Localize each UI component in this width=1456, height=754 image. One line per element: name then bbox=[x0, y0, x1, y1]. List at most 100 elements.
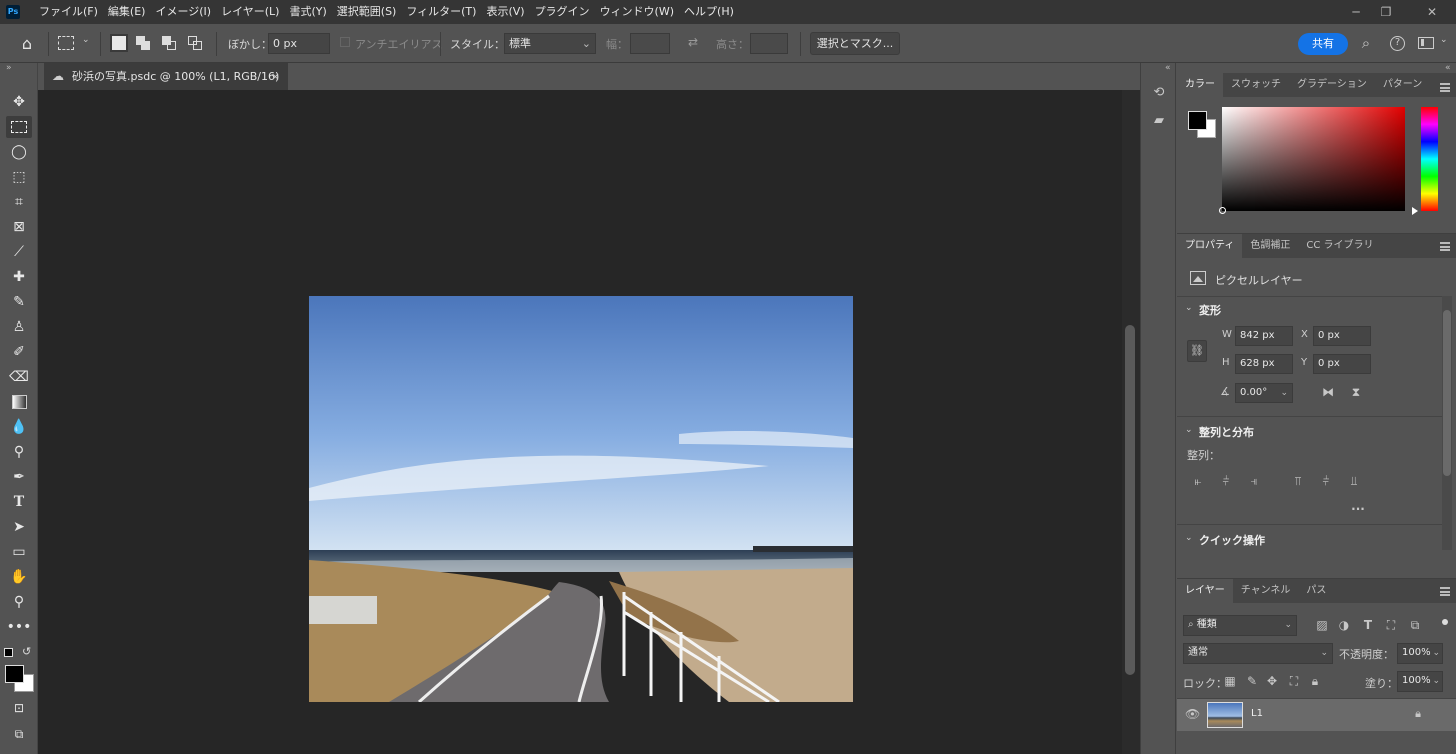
chevron-down-icon[interactable]: ⌄ bbox=[1185, 533, 1193, 543]
chevron-down-icon[interactable]: ⌄ bbox=[82, 35, 90, 45]
panel-tab[interactable]: パス bbox=[1298, 579, 1334, 603]
align-bottom-icon[interactable]: ⫫ bbox=[1347, 474, 1361, 489]
collapse-icon[interactable]: » bbox=[6, 63, 12, 73]
hue-slider-handle[interactable] bbox=[1412, 207, 1418, 215]
comment-icon[interactable]: ▰ bbox=[1149, 113, 1169, 128]
fill-field[interactable]: 100% ⌄ bbox=[1397, 671, 1443, 692]
height-input[interactable] bbox=[750, 33, 788, 54]
filter-type-icon[interactable]: T bbox=[1361, 618, 1375, 632]
collapse-icon[interactable]: « bbox=[1445, 63, 1451, 73]
x-field[interactable]: 0 px bbox=[1313, 326, 1371, 346]
layer-filter-select[interactable]: ⌕ 種類 ⌄ bbox=[1183, 615, 1297, 636]
visibility-eye-icon[interactable]: 👁︎ bbox=[1185, 707, 1200, 721]
lasso-tool-icon[interactable]: ◯ bbox=[6, 141, 32, 163]
filter-shape-icon[interactable]: ⛶ bbox=[1384, 618, 1398, 633]
blend-mode-select[interactable]: 通常 ⌄ bbox=[1183, 643, 1333, 664]
screen-mode-icon[interactable]: ⧉ bbox=[6, 723, 32, 745]
menu-item[interactable]: レイヤー(L) bbox=[216, 0, 284, 24]
photo-beach[interactable] bbox=[309, 296, 853, 702]
menu-item[interactable]: ファイル(F) bbox=[34, 0, 103, 24]
filter-adjustment-icon[interactable]: ◑ bbox=[1337, 618, 1351, 632]
foreground-color-swatch[interactable] bbox=[1188, 111, 1207, 130]
panel-menu-icon[interactable] bbox=[1440, 587, 1450, 596]
restore-button[interactable]: ❐ bbox=[1366, 0, 1406, 24]
healing-brush-tool-icon[interactable]: ✚ bbox=[6, 266, 32, 288]
panel-tab[interactable]: パターン bbox=[1375, 73, 1431, 97]
quick-mask-icon[interactable]: ⊡ bbox=[6, 697, 32, 719]
panel-menu-icon[interactable] bbox=[1440, 242, 1450, 251]
menu-item[interactable]: ウィンドウ(W) bbox=[595, 0, 679, 24]
add-selection-icon[interactable] bbox=[136, 36, 150, 50]
new-selection-icon[interactable] bbox=[110, 34, 128, 52]
y-field[interactable]: 0 px bbox=[1313, 354, 1371, 374]
chevron-down-icon[interactable]: ⌄ bbox=[1440, 35, 1448, 45]
workspace-icon[interactable] bbox=[1418, 37, 1434, 49]
width-input[interactable] bbox=[630, 33, 670, 54]
panel-tab[interactable]: レイヤー bbox=[1177, 579, 1233, 603]
help-icon[interactable]: ? bbox=[1390, 36, 1405, 51]
rect-marquee-preset-icon[interactable] bbox=[58, 36, 74, 50]
filter-pixel-icon[interactable]: ▨ bbox=[1315, 618, 1329, 632]
hand-tool-icon[interactable]: ✋ bbox=[6, 566, 32, 588]
height-field[interactable]: 628 px bbox=[1235, 354, 1293, 374]
document-tab[interactable]: ☁ 砂浜の写真.psdc @ 100% (L1, RGB/16) × bbox=[44, 63, 288, 90]
layer-row[interactable]: 👁︎ L1 🔒︎ bbox=[1177, 699, 1456, 731]
select-and-mask-button[interactable]: 選択とマスク... bbox=[810, 32, 900, 55]
align-left-icon[interactable]: ⫦ bbox=[1191, 474, 1205, 489]
filter-toggle-icon[interactable] bbox=[1442, 619, 1448, 625]
swap-colors-icon[interactable]: ↺ bbox=[22, 645, 31, 658]
menu-item[interactable]: フィルター(T) bbox=[401, 0, 481, 24]
panel-tab[interactable]: スウォッチ bbox=[1223, 73, 1289, 97]
dodge-tool-icon[interactable]: ⚲ bbox=[6, 441, 32, 463]
lock-position-icon[interactable]: ✥ bbox=[1265, 674, 1279, 688]
menu-item[interactable]: プラグイン bbox=[530, 0, 595, 24]
frame-tool-icon[interactable]: ⊠ bbox=[6, 216, 32, 238]
layer-name[interactable]: L1 bbox=[1251, 708, 1263, 719]
color-field[interactable] bbox=[1219, 107, 1405, 214]
more-options-icon[interactable]: ··· bbox=[1349, 502, 1367, 516]
antialias-checkbox[interactable] bbox=[340, 37, 350, 47]
close-tab-button[interactable]: × bbox=[271, 63, 280, 90]
home-icon[interactable]: ⌂ bbox=[16, 34, 38, 53]
crop-tool-icon[interactable]: ⌗ bbox=[6, 191, 32, 213]
angle-field[interactable]: 0.00° ⌄ bbox=[1235, 383, 1293, 403]
panel-tab[interactable]: プロパティ bbox=[1177, 234, 1243, 258]
clone-stamp-tool-icon[interactable]: ♙ bbox=[6, 316, 32, 338]
zoom-tool-icon[interactable]: ⚲ bbox=[6, 591, 32, 613]
search-icon[interactable]: ⌕ bbox=[1356, 34, 1376, 52]
canvas-area[interactable] bbox=[38, 90, 1122, 754]
move-tool-icon[interactable]: ✥ bbox=[6, 91, 32, 113]
align-center-h-icon[interactable]: ⫩ bbox=[1219, 474, 1233, 489]
swap-icon[interactable]: ⇄ bbox=[684, 35, 702, 49]
chevron-down-icon[interactable]: ⌄ bbox=[1185, 425, 1193, 435]
flip-horizontal-icon[interactable]: ⧓ bbox=[1319, 385, 1337, 399]
close-window-button[interactable]: ✕ bbox=[1412, 0, 1452, 24]
type-tool-icon[interactable]: T bbox=[6, 491, 32, 513]
width-field[interactable]: 842 px bbox=[1235, 326, 1293, 346]
subtract-selection-icon[interactable] bbox=[162, 36, 176, 50]
lock-artboard-icon[interactable]: ⛶ bbox=[1287, 674, 1301, 689]
align-right-icon[interactable]: ⫣ bbox=[1247, 474, 1261, 489]
panel-tab[interactable]: CC ライブラリ bbox=[1298, 234, 1381, 258]
default-colors-icon[interactable] bbox=[4, 648, 13, 657]
rectangle-tool-icon[interactable]: ▭ bbox=[6, 541, 32, 563]
style-select[interactable]: 標準 ⌄ bbox=[504, 33, 596, 54]
menu-item[interactable]: 選択範囲(S) bbox=[332, 0, 402, 24]
properties-scrollbar-thumb[interactable] bbox=[1443, 310, 1451, 476]
more-tools-icon[interactable]: ••• bbox=[6, 616, 32, 638]
path-select-tool-icon[interactable]: ➤ bbox=[6, 516, 32, 538]
history-icon[interactable]: ⟲ bbox=[1149, 85, 1169, 100]
eraser-tool-icon[interactable]: ⌫ bbox=[6, 366, 32, 388]
panel-tab[interactable]: チャンネル bbox=[1233, 579, 1299, 603]
lock-paint-icon[interactable]: ✎ bbox=[1245, 674, 1259, 688]
panel-tab[interactable]: 色調補正 bbox=[1242, 234, 1298, 258]
panel-tab[interactable]: カラー bbox=[1177, 73, 1223, 97]
vertical-scrollbar-thumb[interactable] bbox=[1125, 325, 1135, 675]
intersect-selection-icon[interactable] bbox=[188, 36, 202, 50]
brush-tool-icon[interactable]: ✎ bbox=[6, 291, 32, 313]
align-top-icon[interactable]: ⫪ bbox=[1291, 474, 1305, 489]
menu-item[interactable]: ヘルプ(H) bbox=[679, 0, 739, 24]
align-center-v-icon[interactable]: ⫩ bbox=[1319, 474, 1333, 489]
history-brush-tool-icon[interactable]: ✐ bbox=[6, 341, 32, 363]
panel-tab[interactable]: グラデーション bbox=[1289, 73, 1375, 97]
